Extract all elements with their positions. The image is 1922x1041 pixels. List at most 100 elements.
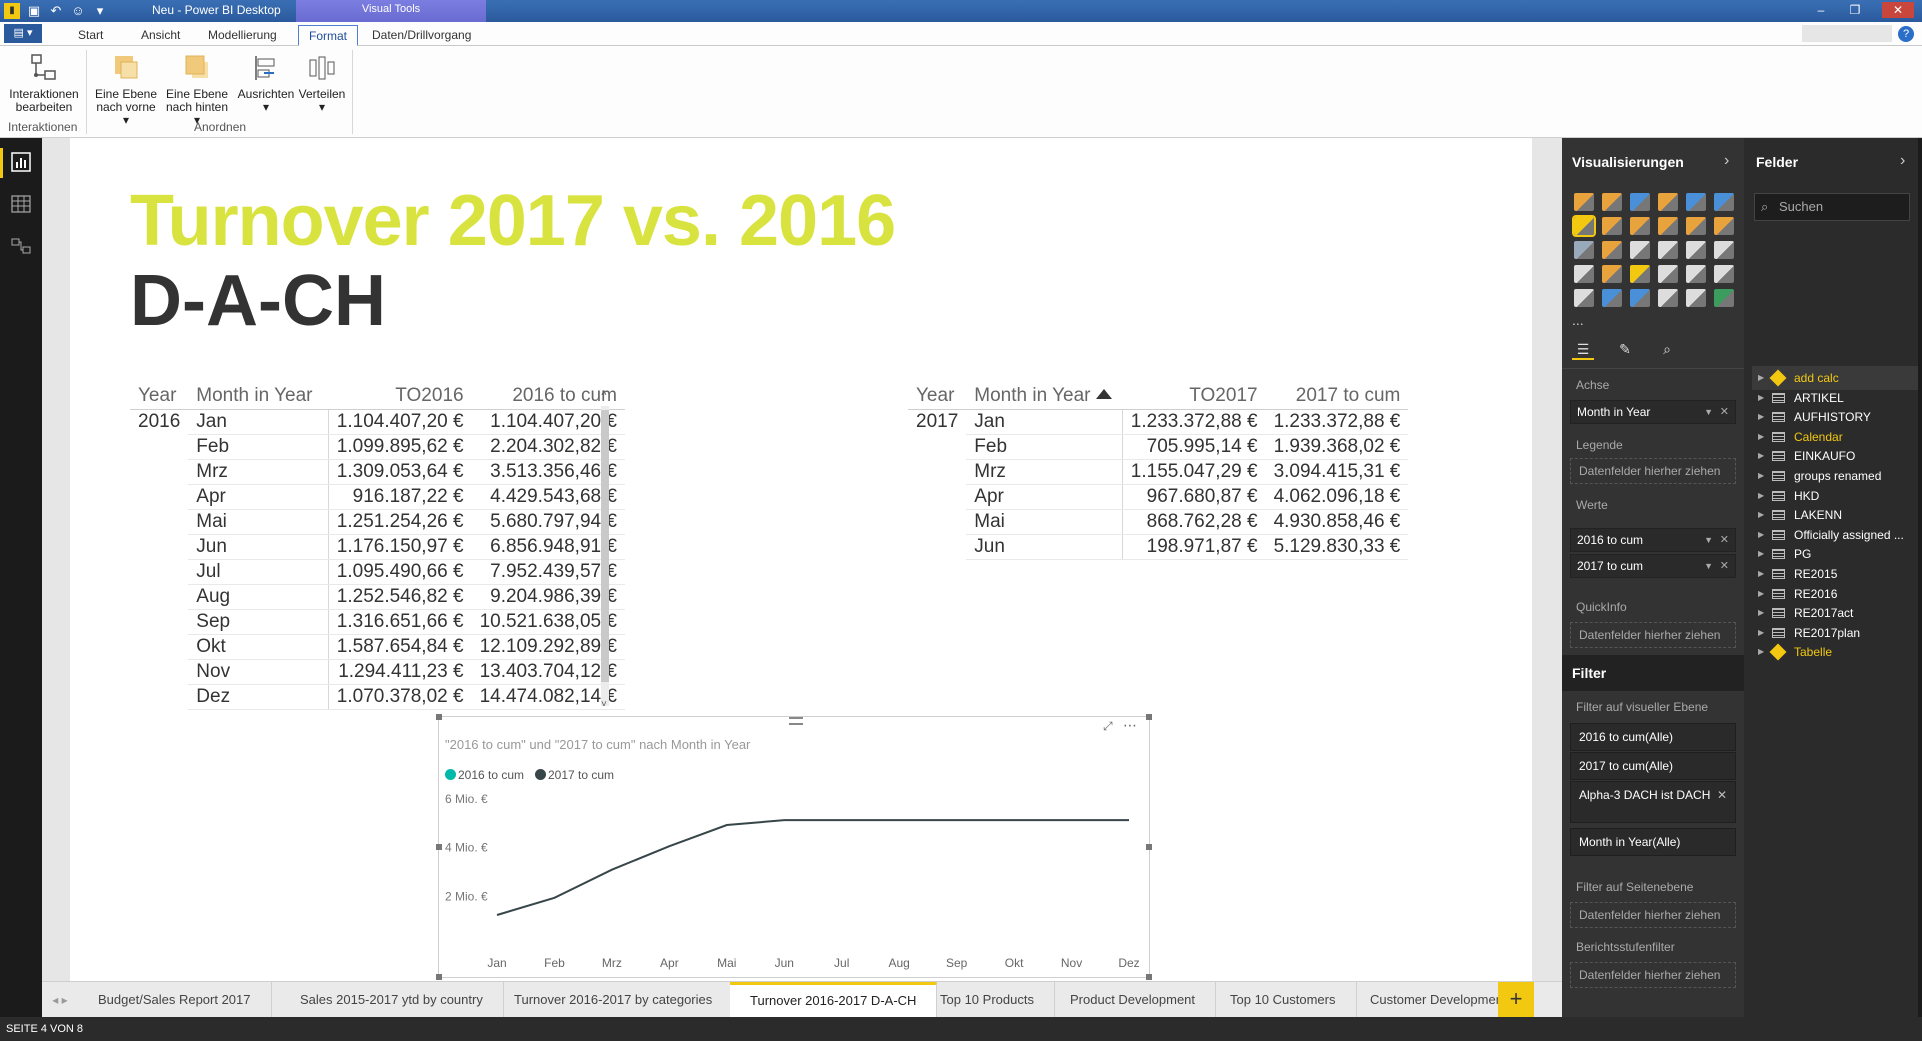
axis-field-well[interactable]: Month in Year ▼ ✕: [1570, 400, 1736, 424]
visual-type-icon[interactable]: [1572, 215, 1596, 237]
close-button[interactable]: ✕: [1882, 2, 1914, 18]
scroll-up-arrow-icon[interactable]: ˄: [601, 388, 607, 399]
page-tab-turnover-categories[interactable]: Turnover 2016-2017 by categories: [494, 982, 734, 1018]
visual-type-icon[interactable]: [1602, 289, 1622, 307]
tab-modellierung[interactable]: Modellierung: [198, 25, 287, 46]
collapse-visualizations-icon[interactable]: ›: [1724, 152, 1729, 170]
save-icon[interactable]: ▣: [26, 3, 42, 19]
report-page[interactable]: Turnover 2017 vs. 2016 D-A-CH Year Month…: [70, 138, 1532, 981]
visual-type-icon[interactable]: [1658, 217, 1678, 235]
table-row[interactable]: Okt 1.587.654,84 €12.109.292,89 €: [130, 634, 625, 660]
visual-type-icon[interactable]: [1574, 265, 1594, 283]
distribute-button[interactable]: Verteilen ▾: [296, 52, 348, 114]
data-point[interactable]: [552, 896, 556, 900]
data-point[interactable]: [1127, 818, 1131, 822]
table-row[interactable]: Mrz 1.155.047,29 €3.094.415,31 €: [908, 459, 1409, 485]
table-row[interactable]: Aug 1.252.546,82 €9.204.986,39 €: [130, 584, 625, 610]
page-tab-top10-products[interactable]: Top 10 Products: [920, 982, 1055, 1018]
visual-type-icon[interactable]: [1630, 241, 1650, 259]
filter-card[interactable]: Month in Year(Alle): [1570, 828, 1736, 856]
data-point[interactable]: [610, 868, 614, 872]
data-point[interactable]: [495, 913, 499, 917]
file-menu-button[interactable]: ▤ ▾: [4, 24, 42, 43]
visual-type-icon[interactable]: [1630, 265, 1650, 283]
table-row[interactable]: Jul 1.095.490,66 €7.952.439,57 €: [130, 559, 625, 585]
column-header-to2016[interactable]: TO2016: [328, 384, 472, 410]
column-header-to2017[interactable]: TO2017: [1122, 384, 1266, 410]
visual-type-icon[interactable]: [1630, 289, 1650, 307]
table-row[interactable]: Feb 1.099.895,62 €2.204.302,82 €: [130, 434, 625, 460]
minimize-button[interactable]: –: [1810, 2, 1832, 18]
matrix-2016-scrollbar[interactable]: [601, 406, 609, 706]
expand-triangle-icon[interactable]: ▶: [1758, 640, 1764, 664]
data-point[interactable]: [840, 818, 844, 822]
page-tab-product-development[interactable]: Product Development: [1050, 982, 1217, 1018]
tab-start[interactable]: Start: [68, 25, 113, 46]
table-row[interactable]: Mai 1.251.254,26 €5.680.797,94 €: [130, 509, 625, 535]
visual-type-icon[interactable]: [1574, 193, 1594, 211]
column-header-month[interactable]: Month in Year: [188, 384, 329, 410]
table-row[interactable]: Apr 916.187,22 €4.429.543,68 €: [130, 484, 625, 510]
smiley-feedback-icon[interactable]: ☺: [70, 3, 86, 19]
table-row[interactable]: Nov 1.294.411,23 €13.403.704,12 €: [130, 659, 625, 685]
page-filter-drop-zone[interactable]: Datenfelder hierher ziehen: [1570, 902, 1736, 928]
table-row[interactable]: Jun 198.971,87 €5.129.830,33 €: [908, 534, 1409, 560]
scroll-down-arrow-icon[interactable]: ˅: [601, 699, 607, 710]
visual-type-icon[interactable]: [1602, 241, 1622, 259]
visual-type-icon[interactable]: [1714, 217, 1734, 235]
customize-qat-icon[interactable]: ▾: [92, 3, 108, 19]
data-point[interactable]: [667, 844, 671, 848]
visual-type-icon[interactable]: [1658, 265, 1678, 283]
visual-type-icon[interactable]: [1686, 265, 1706, 283]
visual-type-icon[interactable]: [1686, 241, 1706, 259]
values-field-well[interactable]: 2017 to cum ▼ ✕: [1570, 554, 1736, 578]
visual-type-icon[interactable]: [1574, 241, 1594, 259]
remove-field-icon[interactable]: ✕: [1720, 401, 1729, 423]
legend-drop-zone[interactable]: Datenfelder hierher ziehen: [1570, 458, 1736, 484]
filter-card[interactable]: Alpha-3 DACH ist DACH ✕: [1570, 781, 1736, 823]
visual-type-icon[interactable]: [1658, 289, 1678, 307]
values-field-well[interactable]: 2016 to cum ▼ ✕: [1570, 528, 1736, 552]
data-point[interactable]: [725, 823, 729, 827]
series-line-1[interactable]: [496, 819, 1129, 916]
table-row[interactable]: Mai 868.762,28 €4.930.858,46 €: [908, 509, 1409, 535]
more-visuals-icon[interactable]: ...: [1572, 312, 1584, 328]
table-row[interactable]: Apr 967.680,87 €4.062.096,18 €: [908, 484, 1409, 510]
table-row[interactable]: 2016 Jan 1.104.407,20 €1.104.407,20 €: [130, 409, 625, 435]
visual-type-icon[interactable]: [1630, 193, 1650, 211]
collapse-fields-icon[interactable]: ›: [1900, 152, 1905, 170]
dropdown-caret-icon[interactable]: ▼: [1704, 555, 1713, 577]
column-header-year[interactable]: Year: [908, 384, 967, 410]
line-chart-visual[interactable]: ⤢ ⋯ "2016 to cum" und "2017 to cum" nach…: [436, 714, 1152, 980]
add-page-button[interactable]: +: [1498, 982, 1534, 1018]
column-header-2017-cum[interactable]: 2017 to cum: [1265, 384, 1409, 410]
page-tab-turnover-dach[interactable]: Turnover 2016-2017 D-A-CH: [730, 982, 938, 1018]
fields-tab-icon[interactable]: ☰: [1572, 338, 1594, 360]
report-view-icon[interactable]: [0, 148, 32, 178]
data-view-icon[interactable]: [10, 194, 32, 216]
table-row[interactable]: Jun 1.176.150,97 €6.856.948,91 €: [130, 534, 625, 560]
visual-type-icon[interactable]: [1658, 241, 1678, 259]
restore-button[interactable]: ❐: [1844, 2, 1866, 18]
visual-type-icon[interactable]: [1602, 265, 1622, 283]
send-backward-button[interactable]: Eine Ebene nach hinten ▾: [162, 52, 232, 127]
dropdown-caret-icon[interactable]: ▼: [1704, 529, 1713, 551]
align-button[interactable]: Ausrichten ▾: [236, 52, 296, 114]
visual-type-icon[interactable]: [1714, 289, 1734, 307]
remove-field-icon[interactable]: ✕: [1720, 529, 1729, 551]
tab-daten-drillvorgang[interactable]: Daten/Drillvorgang: [362, 25, 481, 46]
format-paint-roller-icon[interactable]: ✎: [1614, 338, 1636, 360]
visual-type-icon[interactable]: [1602, 217, 1622, 235]
remove-filter-icon[interactable]: ✕: [1717, 787, 1727, 803]
table-row[interactable]: Dez 1.070.378,02 €14.474.082,14 €: [130, 684, 625, 710]
page-tab-budget-sales[interactable]: Budget/Sales Report 2017: [78, 982, 272, 1018]
field-table-item[interactable]: ▶ Tabelle: [1752, 640, 1918, 664]
table-row[interactable]: Feb 705.995,14 €1.939.368,02 €: [908, 434, 1409, 460]
page-nav-arrows-icon[interactable]: ◂ ▸: [42, 982, 78, 1018]
page-tab-top10-customers[interactable]: Top 10 Customers: [1210, 982, 1357, 1018]
report-filter-drop-zone[interactable]: Datenfelder hierher ziehen: [1570, 962, 1736, 988]
tab-ansicht[interactable]: Ansicht: [131, 25, 190, 46]
visual-type-icon[interactable]: [1686, 193, 1706, 211]
visual-type-icon[interactable]: [1630, 217, 1650, 235]
data-point[interactable]: [897, 818, 901, 822]
